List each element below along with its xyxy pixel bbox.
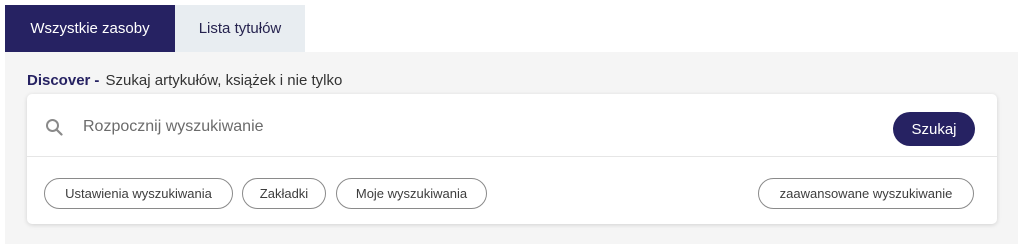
heading-separator: - [94, 72, 100, 89]
heading-subtitle: Szukaj artykułów, książek i nie tylko [105, 72, 343, 89]
brand-name: Discover [27, 72, 91, 89]
tab-all-resources[interactable]: Wszystkie zasoby [5, 5, 175, 52]
search-settings-button[interactable]: Ustawienia wyszukiwania [44, 178, 233, 209]
search-card: Szukaj Ustawienia wyszukiwania Zakładki … [27, 94, 997, 224]
my-searches-button[interactable]: Moje wyszukiwania [336, 178, 487, 209]
search-input[interactable] [83, 111, 863, 143]
search-icon [46, 119, 63, 136]
advanced-search-button[interactable]: zaawansowane wyszukiwanie [758, 178, 974, 209]
tab-title-list[interactable]: Lista tytułów [175, 5, 305, 52]
page-heading: Discover - Szukaj artykułów, książek i ni… [27, 72, 342, 89]
tab-bar: Wszystkie zasoby Lista tytułów [5, 5, 305, 52]
bookmarks-button[interactable]: Zakładki [242, 178, 326, 209]
search-button[interactable]: Szukaj [893, 112, 975, 146]
search-panel: Discover - Szukaj artykułów, książek i ni… [5, 52, 1018, 244]
search-row: Szukaj [27, 94, 997, 157]
